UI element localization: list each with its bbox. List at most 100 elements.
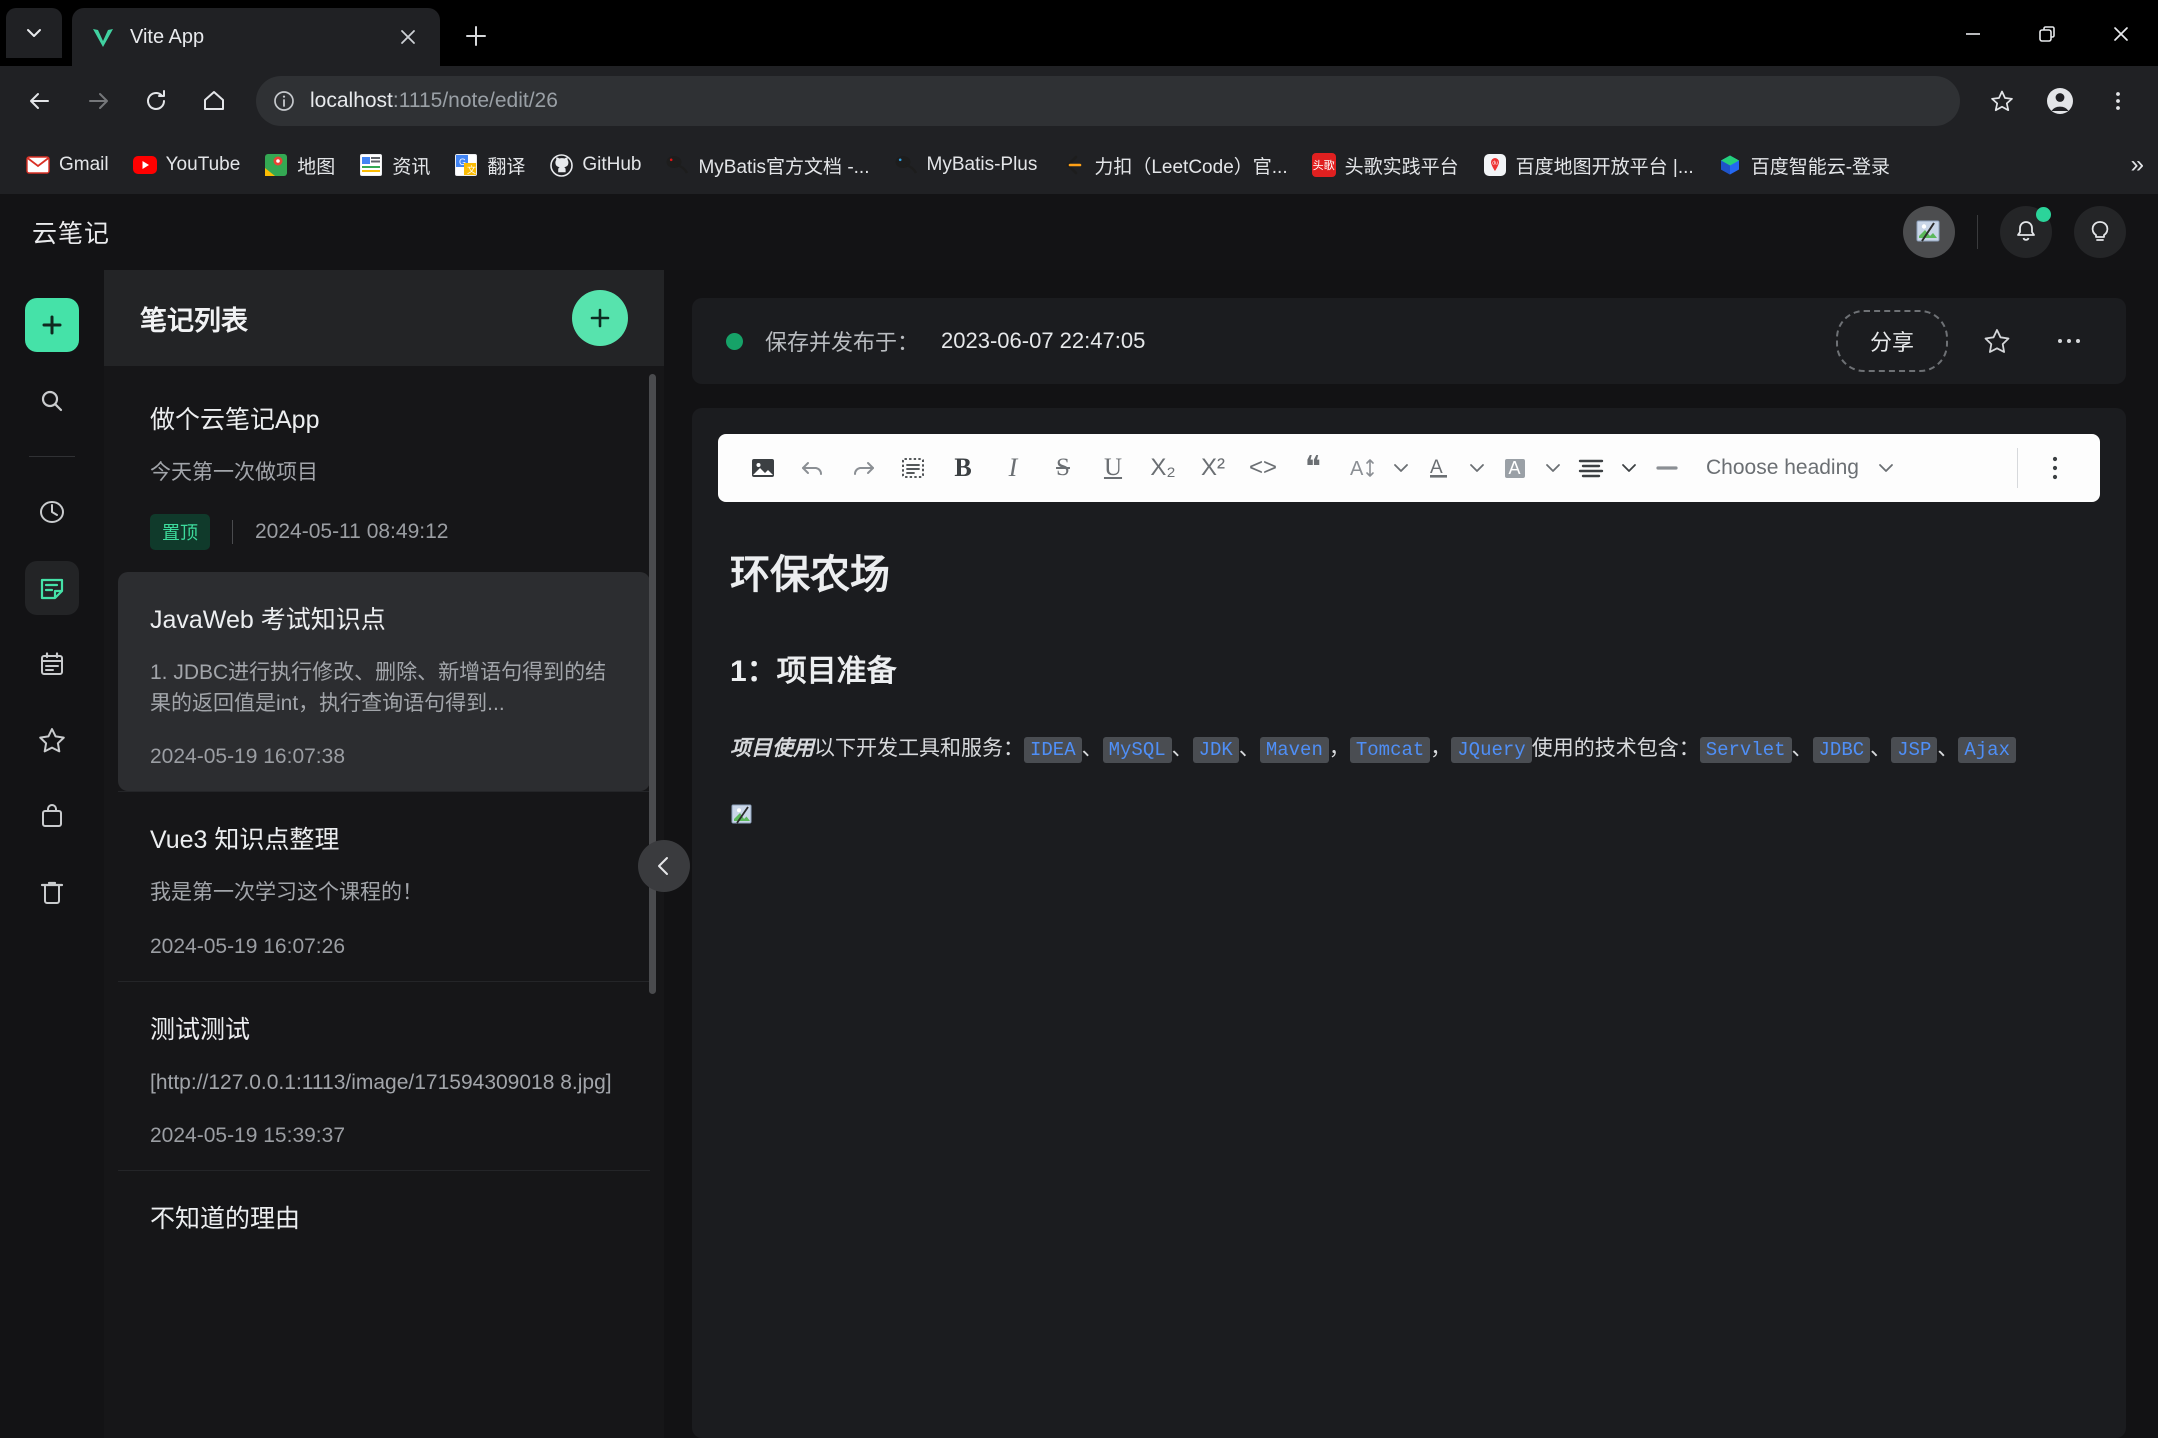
header-divider xyxy=(1977,215,1978,249)
minimize-button[interactable] xyxy=(1936,10,2010,58)
tab-search-button[interactable] xyxy=(6,8,62,58)
omnibox-actions xyxy=(1976,75,2144,127)
home-icon[interactable] xyxy=(188,75,240,127)
note-list-item[interactable]: JavaWeb 考试知识点 1. JDBC进行执行修改、删除、新增语句得到的结果… xyxy=(118,572,650,792)
code-button[interactable]: <> xyxy=(1240,444,1286,492)
add-note-button[interactable] xyxy=(572,290,628,346)
close-icon[interactable] xyxy=(394,23,422,51)
address-bar[interactable]: localhost:1115/note/edit/26 xyxy=(256,76,1960,126)
chevron-down-icon[interactable] xyxy=(1618,459,1640,477)
note-document[interactable]: 环保农场 1：项目准备 项目使用以下开发工具和服务： IDEA、 MySQL、 JDK… xyxy=(692,502,2126,864)
svg-text:du: du xyxy=(1492,161,1498,167)
heading-select-label[interactable]: Choose heading xyxy=(1694,456,1871,480)
bookmark-baidu-cloud[interactable]: 百度智能云-登录 xyxy=(1708,145,1900,186)
bookmark-youtube[interactable]: YouTube xyxy=(123,146,251,184)
bookmark-gmail[interactable]: Gmail xyxy=(16,146,119,184)
mid-text: 使用的技术包含： xyxy=(1531,737,1700,760)
separator: 、 xyxy=(1870,737,1892,760)
paragraph-lead-rest: 以下开发工具和服务： xyxy=(814,737,1024,760)
toolbar-right xyxy=(2003,444,2078,492)
notifications-button[interactable] xyxy=(2000,206,2052,258)
kebab-menu-icon[interactable] xyxy=(2092,75,2144,127)
bookmark-star-icon[interactable] xyxy=(1976,75,2028,127)
note-list-item[interactable]: Vue3 知识点整理 我是第一次学习这个课程的！ 2024-05-19 16:0… xyxy=(118,791,650,980)
sidebar-item-search[interactable] xyxy=(25,374,79,428)
note-list-item[interactable]: 做个云笔记App 今天第一次做项目 置顶 2024-05-11 08:49:12 xyxy=(118,372,650,572)
note-item-snippet: 1. JDBC进行执行修改、删除、新增语句得到的结果的返回值是int，执行查询语… xyxy=(150,661,607,715)
bookmark-mybatis-docs[interactable]: MyBatis官方文档 -... xyxy=(655,145,879,186)
site-info-icon[interactable] xyxy=(272,89,296,113)
sidebar-item-history[interactable] xyxy=(25,485,79,539)
align-icon[interactable] xyxy=(1568,444,1614,492)
vertical-ellipsis-icon[interactable] xyxy=(2032,444,2078,492)
bookmark-baidu-map[interactable]: du 百度地图开放平台 |... xyxy=(1473,145,1704,186)
bookmark-leetcode[interactable]: 力扣（LeetCode）官... xyxy=(1051,145,1297,186)
svg-text:A: A xyxy=(1430,457,1443,478)
note-list-scroll[interactable]: 做个云笔记App 今天第一次做项目 置顶 2024-05-11 08:49:12… xyxy=(104,366,664,1438)
sidebar-item-store[interactable] xyxy=(25,789,79,843)
superscript-button[interactable]: X² xyxy=(1190,444,1236,492)
reload-icon[interactable] xyxy=(130,75,182,127)
bookmark-touge[interactable]: 头歌 头歌实践平台 xyxy=(1302,145,1469,186)
bookmark-github[interactable]: GitHub xyxy=(539,146,651,184)
forward-arrow-icon[interactable] xyxy=(72,75,124,127)
inline-code-tool: JDK xyxy=(1192,737,1239,763)
close-window-button[interactable] xyxy=(2084,10,2158,58)
subscript-button[interactable]: X₂ xyxy=(1140,444,1186,492)
back-arrow-icon[interactable] xyxy=(14,75,66,127)
bookmarks-overflow-icon[interactable]: » xyxy=(2131,151,2144,179)
avatar[interactable] xyxy=(1903,206,1955,258)
chevron-down-icon[interactable] xyxy=(1542,459,1564,477)
strikethrough-button[interactable]: S xyxy=(1040,444,1086,492)
browser-tab[interactable]: Vite App xyxy=(72,8,440,66)
note-list-item[interactable]: 不知道的理由 xyxy=(118,1170,650,1279)
bookmark-maps[interactable]: 地图 xyxy=(254,145,345,186)
bold-button[interactable]: B xyxy=(940,444,986,492)
github-icon xyxy=(549,153,573,177)
sidebar-item-add[interactable] xyxy=(25,298,79,352)
sidebar-item-trash[interactable] xyxy=(25,865,79,919)
undo-icon[interactable] xyxy=(790,444,836,492)
star-icon[interactable] xyxy=(1974,318,2020,364)
text-color-icon[interactable]: A xyxy=(1416,444,1462,492)
bookmark-label: 力扣（LeetCode）官... xyxy=(1094,156,1288,178)
redo-icon[interactable] xyxy=(840,444,886,492)
italic-button[interactable]: I xyxy=(990,444,1036,492)
note-list-item[interactable]: 测试测试 [http://127.0.0.1:1113/image/171594… xyxy=(118,980,650,1170)
sidebar-item-calendar[interactable] xyxy=(25,637,79,691)
separator: 、 xyxy=(1791,737,1813,760)
blockquote-button[interactable]: ❝ xyxy=(1290,444,1336,492)
collapse-panel-button[interactable] xyxy=(638,840,690,892)
highlight-icon[interactable]: A xyxy=(1492,444,1538,492)
new-tab-button[interactable] xyxy=(454,14,498,58)
ellipsis-icon[interactable] xyxy=(2046,318,2092,364)
chevron-down-icon[interactable] xyxy=(1875,459,1897,477)
chevron-down-icon[interactable] xyxy=(1466,459,1488,477)
note-list-scrollbar[interactable] xyxy=(649,374,656,994)
font-size-icon[interactable]: A xyxy=(1340,444,1386,492)
inline-code-tech: JDBC xyxy=(1812,737,1871,763)
image-icon[interactable] xyxy=(740,444,786,492)
sidebar-item-notes[interactable] xyxy=(25,561,79,615)
maximize-button[interactable] xyxy=(2010,10,2084,58)
note-item-title: 不知道的理由 xyxy=(150,1205,301,1234)
clear-format-icon[interactable] xyxy=(890,444,936,492)
profile-icon[interactable] xyxy=(2034,75,2086,127)
horizontal-rule-icon[interactable] xyxy=(1644,444,1690,492)
app-header-actions xyxy=(1903,206,2126,258)
bookmark-translate[interactable]: G文 翻译 xyxy=(444,145,535,186)
bookmark-news[interactable]: 资讯 xyxy=(349,145,440,186)
note-item-snippet: 我是第一次学习这个课程的！ xyxy=(150,881,423,905)
sidebar-item-favorites[interactable] xyxy=(25,713,79,767)
note-item-snippet: [http://127.0.0.1:1113/image/17159430901… xyxy=(150,1070,612,1094)
tips-button[interactable] xyxy=(2074,206,2126,258)
leetcode-icon xyxy=(1061,153,1085,177)
bookmark-mybatis-plus[interactable]: MyBatis-Plus xyxy=(884,146,1048,184)
editor-toolbar: B I S U X₂ X² <> ❝ A A A Choose heading xyxy=(718,434,2100,502)
inline-code-tech: Ajax xyxy=(1958,737,2016,763)
chevron-down-icon[interactable] xyxy=(1390,459,1412,477)
bookmark-label: MyBatis-Plus xyxy=(926,154,1038,175)
underline-button[interactable]: U xyxy=(1090,444,1136,492)
share-button[interactable]: 分享 xyxy=(1835,310,1948,372)
document-heading-1: 环保农场 xyxy=(730,553,890,597)
